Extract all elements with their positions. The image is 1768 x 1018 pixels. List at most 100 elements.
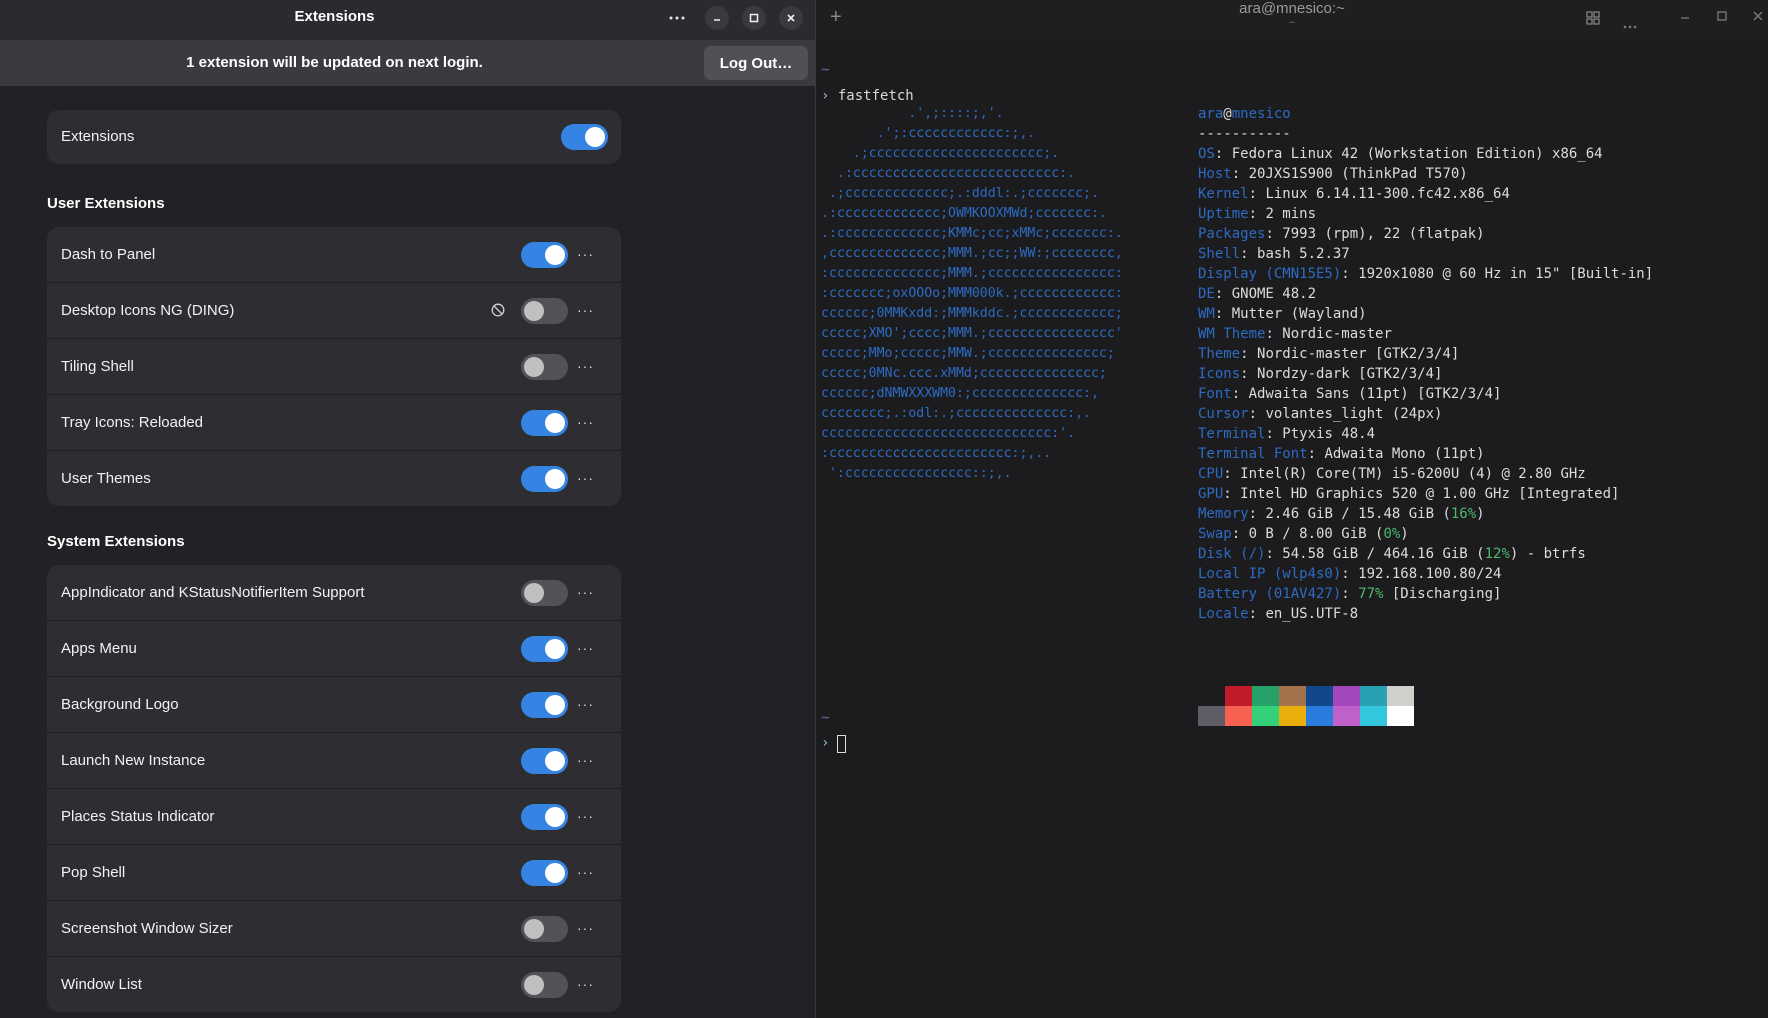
extension-name: Screenshot Window Sizer xyxy=(61,920,233,937)
extension-toggle[interactable] xyxy=(521,580,568,606)
user-extension-row[interactable]: User Themes ··· xyxy=(47,451,621,506)
extension-name: Window List xyxy=(61,976,142,993)
cwd-line-2: ~ xyxy=(821,710,830,726)
prompt-symbol: › xyxy=(821,88,830,104)
text-cursor xyxy=(837,735,846,753)
command-line: › fastfetch xyxy=(821,86,914,106)
extension-name: Places Status Indicator xyxy=(61,808,215,825)
extension-name: Background Logo xyxy=(61,696,179,713)
logo-line: cccccc;0MMKxdd:;MMMkddc.;cccccccccccc; xyxy=(821,306,1123,321)
logo-line: .;ccccccccccccc;.:dddl:.;ccccccc;. xyxy=(821,186,1099,201)
extension-menu-icon[interactable]: ··· xyxy=(577,621,594,676)
user-extension-row[interactable]: Tray Icons: Reloaded ··· xyxy=(47,395,621,451)
color-swatch xyxy=(1252,706,1279,726)
minimize-icon[interactable] xyxy=(705,6,729,30)
user-extensions-heading: User Extensions xyxy=(47,195,165,212)
update-banner: 1 extension will be updated on next logi… xyxy=(0,40,815,86)
maximize-icon[interactable] xyxy=(742,6,766,30)
system-extension-row[interactable]: Window List ··· xyxy=(47,957,621,1012)
logo-line: ccccccccccccccccccccccccccccc:'. xyxy=(821,426,1076,441)
minimize-icon[interactable] xyxy=(1678,9,1692,26)
info-line: CPU: Intel(R) Core(TM) i5-6200U (4) @ 2.… xyxy=(1198,466,1586,482)
extensions-master-toggle[interactable] xyxy=(561,124,608,150)
extension-toggle[interactable] xyxy=(521,748,568,774)
logo-line: .:ccccccccccccc;KMMc;cc;xMMc;ccccccc:. xyxy=(821,226,1123,241)
color-swatch xyxy=(1333,686,1360,706)
extension-toggle[interactable] xyxy=(521,636,568,662)
info-line: Shell: bash 5.2.37 xyxy=(1198,246,1350,262)
extension-name: Apps Menu xyxy=(61,640,137,657)
extension-name: User Themes xyxy=(61,470,151,487)
logo-line: ':cccccccccccccccc::;,. xyxy=(821,466,1012,481)
info-line: WM: Mutter (Wayland) xyxy=(1198,306,1367,322)
system-extension-row[interactable]: Places Status Indicator ··· xyxy=(47,789,621,845)
system-extension-row[interactable]: AppIndicator and KStatusNotifierItem Sup… xyxy=(47,565,621,621)
system-extension-row[interactable]: Launch New Instance ··· xyxy=(47,733,621,789)
extension-toggle[interactable] xyxy=(521,466,568,492)
user-extension-row[interactable]: Tiling Shell ··· xyxy=(47,339,621,395)
system-extensions-list: AppIndicator and KStatusNotifierItem Sup… xyxy=(47,565,621,1012)
extension-menu-icon[interactable]: ··· xyxy=(577,733,594,788)
tab-overview-icon[interactable] xyxy=(1586,11,1600,28)
extension-menu-icon[interactable]: ··· xyxy=(577,845,594,900)
logo-line: ccccc;MMo;ccccc;MMW.;ccccccccccccccc; xyxy=(821,346,1115,361)
blocked-icon xyxy=(491,303,505,317)
system-extension-row[interactable]: Screenshot Window Sizer ··· xyxy=(47,901,621,957)
extension-menu-icon[interactable]: ··· xyxy=(577,677,594,732)
menu-dots-icon[interactable] xyxy=(665,6,689,30)
close-icon[interactable] xyxy=(1751,9,1765,26)
extension-toggle[interactable] xyxy=(521,972,568,998)
command-text: fastfetch xyxy=(837,88,914,104)
extension-toggle[interactable] xyxy=(521,242,568,268)
close-icon[interactable] xyxy=(779,6,803,30)
info-line: WM Theme: Nordic-master xyxy=(1198,326,1392,342)
system-extension-row[interactable]: Background Logo ··· xyxy=(47,677,621,733)
extension-toggle[interactable] xyxy=(521,916,568,942)
terminal-output[interactable]: ~ › fastfetch .',;::::;,'. .';:ccccccccc… xyxy=(815,40,1768,1018)
cwd-line: ~ xyxy=(821,62,830,78)
logo-line: .:ccccccccccccc;OWMKOOXMWd;ccccccc:. xyxy=(821,206,1107,221)
info-line: Local IP (wlp4s0): 192.168.100.80/24 xyxy=(1198,566,1502,582)
extension-menu-icon[interactable]: ··· xyxy=(577,451,594,506)
extension-menu-icon[interactable]: ··· xyxy=(577,339,594,394)
color-swatch xyxy=(1225,686,1252,706)
terminal-titlebar: + ara@mnesico:~ ~ xyxy=(816,0,1768,40)
extension-menu-icon[interactable]: ··· xyxy=(577,395,594,450)
menu-dots-icon[interactable] xyxy=(1623,16,1637,32)
extension-name: Pop Shell xyxy=(61,864,126,881)
extension-toggle[interactable] xyxy=(521,298,568,324)
color-swatch xyxy=(1387,706,1414,726)
extension-menu-icon[interactable]: ··· xyxy=(577,789,594,844)
extensions-master-label: Extensions xyxy=(61,128,135,145)
extension-toggle[interactable] xyxy=(521,860,568,886)
separator-line: ----------- xyxy=(1198,126,1291,142)
extension-menu-icon[interactable]: ··· xyxy=(577,565,594,620)
system-extension-row[interactable]: Pop Shell ··· xyxy=(47,845,621,901)
info-line: Kernel: Linux 6.14.11-300.fc42.x86_64 xyxy=(1198,186,1510,202)
info-line: Terminal: Ptyxis 48.4 xyxy=(1198,426,1376,442)
maximize-icon[interactable] xyxy=(1715,9,1729,26)
color-swatch xyxy=(1279,706,1306,726)
extension-toggle[interactable] xyxy=(521,692,568,718)
color-swatch xyxy=(1306,706,1333,726)
extension-name: Tiling Shell xyxy=(61,358,134,375)
color-swatch xyxy=(1333,706,1360,726)
user-extension-row[interactable]: Dash to Panel ··· xyxy=(47,227,621,283)
extension-menu-icon[interactable]: ··· xyxy=(577,227,594,282)
extension-menu-icon[interactable]: ··· xyxy=(577,283,594,338)
extension-toggle[interactable] xyxy=(521,354,568,380)
logo-line: .:cccccccccccccccccccccccccc:. xyxy=(821,166,1076,181)
info-line: Swap: 0 B / 8.00 GiB (0%) xyxy=(1198,526,1409,542)
user-extension-row[interactable]: Desktop Icons NG (DING) ··· xyxy=(47,283,621,339)
info-line: Host: 20JXS1S900 (ThinkPad T570) xyxy=(1198,166,1468,182)
prompt-line: › xyxy=(821,733,829,753)
extension-toggle[interactable] xyxy=(521,410,568,436)
extension-menu-icon[interactable]: ··· xyxy=(577,901,594,956)
log-out-button[interactable]: Log Out… xyxy=(704,46,808,80)
info-line: Memory: 2.46 GiB / 15.48 GiB (16%) xyxy=(1198,506,1485,522)
logo-line: cccccc;dNMWXXXWM0:;cccccccccccccc:, xyxy=(821,386,1099,401)
extension-toggle[interactable] xyxy=(521,804,568,830)
color-swatch xyxy=(1225,706,1252,726)
extension-menu-icon[interactable]: ··· xyxy=(577,957,594,1012)
system-extension-row[interactable]: Apps Menu ··· xyxy=(47,621,621,677)
